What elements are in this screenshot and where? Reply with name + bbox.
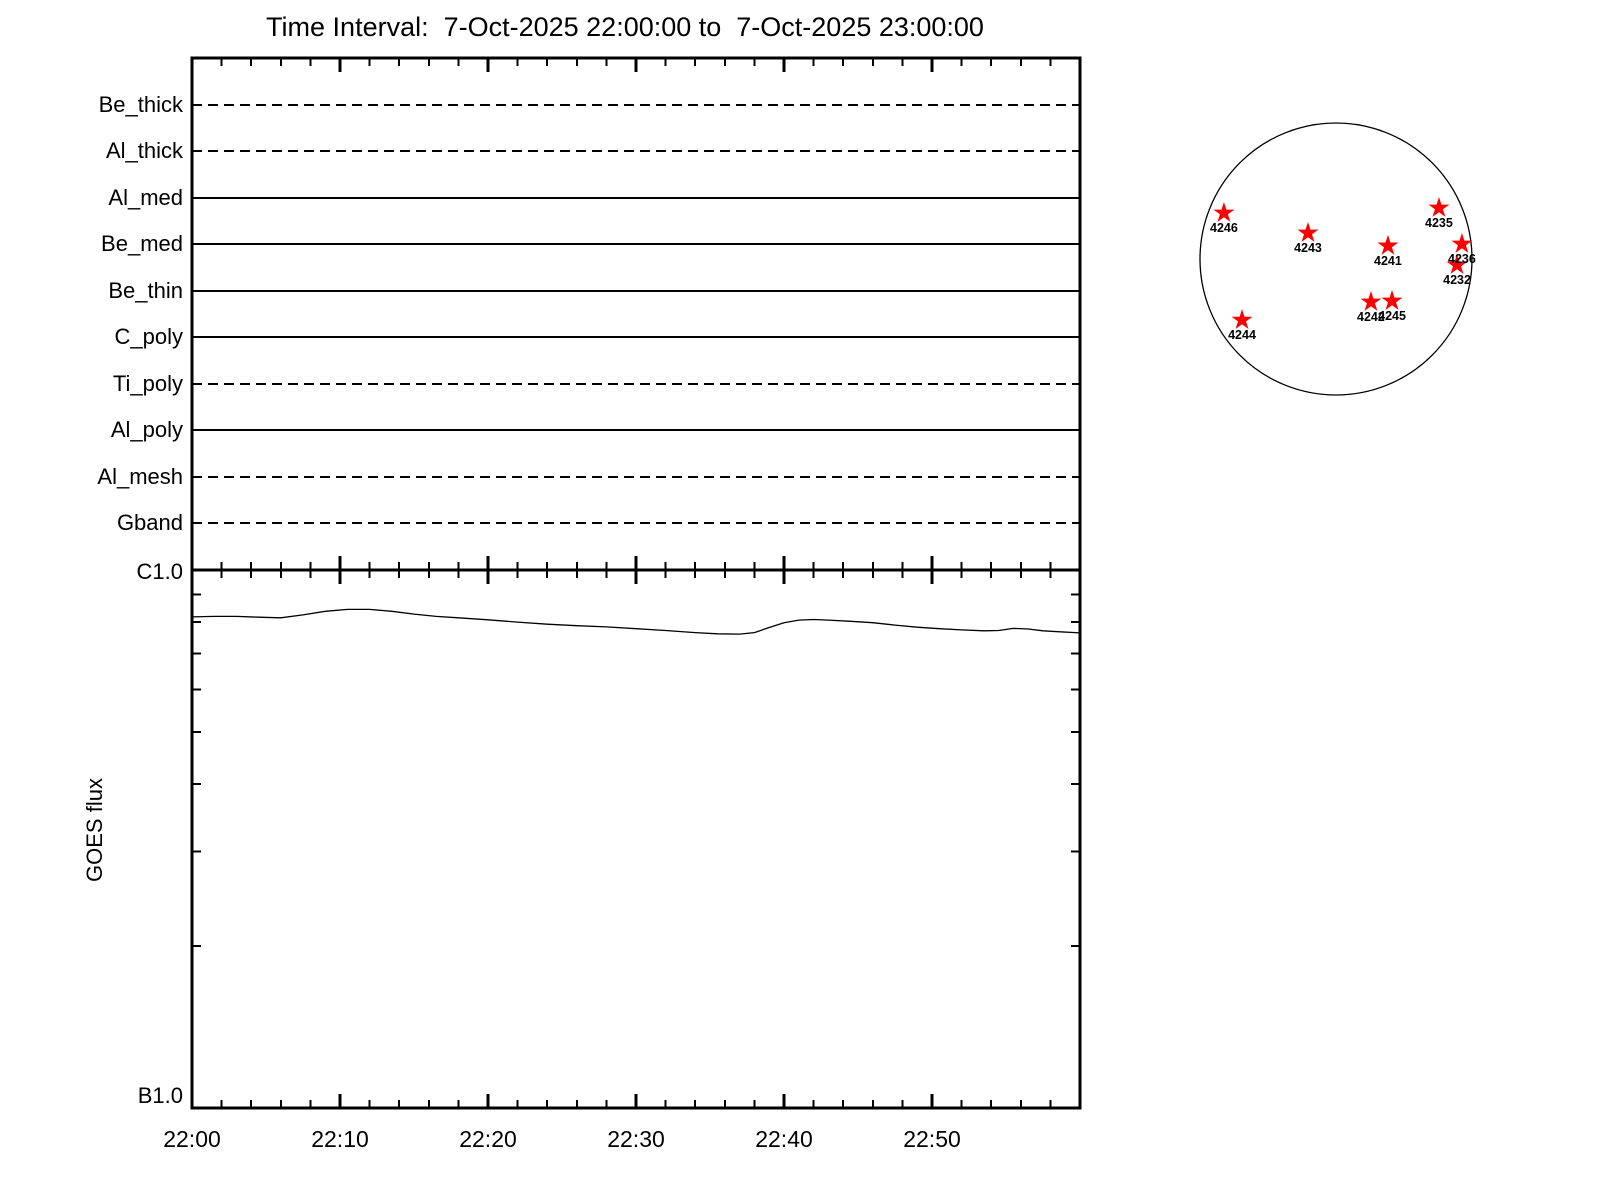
active-region-star-4244 (1231, 309, 1253, 329)
filter-label-al-poly: Al_poly (110, 417, 183, 442)
filter-label-be-thick: Be_thick (98, 92, 183, 117)
page-title: Time Interval: 7-Oct-2025 22:00:00 to 7-… (266, 12, 984, 42)
goes-axis-bottom-label: B1.0 (137, 1083, 183, 1108)
active-region-star-4236 (1451, 233, 1473, 253)
filter-label-al-med: Al_med (108, 185, 183, 210)
filter-label-be-thin: Be_thin (108, 278, 183, 303)
goes-flux-axis-title: GOES flux (82, 778, 107, 882)
active-region-label-4245: 4245 (1378, 309, 1406, 324)
active-region-label-4232: 4232 (1443, 272, 1471, 287)
active-region-label-4244: 4244 (1228, 328, 1256, 343)
goes-panel-border (190, 568, 1082, 1110)
filter-label-c-poly: C_poly (114, 324, 183, 349)
x-tick-label-2250: 22:50 (903, 1126, 961, 1152)
filter-label-al-thick: Al_thick (105, 138, 183, 163)
x-tick-label-2230: 22:30 (607, 1126, 665, 1152)
active-region-star-4241 (1377, 234, 1399, 255)
x-tick-label-2220: 22:20 (459, 1126, 517, 1152)
filter-panel-border (190, 56, 1082, 572)
active-region-star-4242 (1360, 291, 1382, 311)
active-region-star-4246 (1213, 202, 1235, 222)
active-region-label-4246: 4246 (1210, 221, 1238, 236)
plot-graphics (190, 56, 1473, 1110)
filter-label-be-med: Be_med (101, 231, 183, 256)
goes-flux-curve (191, 608, 1081, 635)
active-region-star-4235 (1428, 197, 1450, 217)
x-tick-label-2210: 22:10 (311, 1126, 369, 1152)
x-tick-label-2200: 22:00 (163, 1126, 221, 1152)
active-region-star-4245 (1381, 290, 1403, 310)
active-region-star-4243 (1297, 222, 1319, 242)
filter-label-gband: Gband (116, 510, 183, 535)
goes-axis-top-label: C1.0 (136, 559, 183, 584)
x-tick-label-2240: 22:40 (755, 1126, 813, 1152)
active-region-label-4235: 4235 (1425, 216, 1453, 230)
filter-label-ti-poly: Ti_poly (112, 371, 183, 396)
active-region-label-4236: 4236 (1448, 252, 1476, 267)
active-region-label-4243: 4243 (1294, 241, 1322, 256)
active-region-label-4241: 4241 (1374, 253, 1402, 268)
filter-label-al-mesh: Al_mesh (97, 464, 183, 489)
